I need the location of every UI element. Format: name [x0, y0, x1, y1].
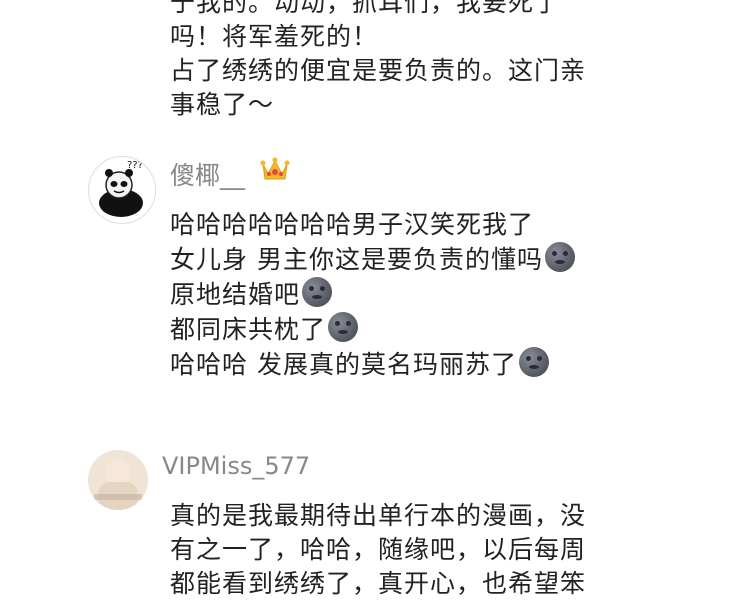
avatar[interactable]	[88, 450, 148, 510]
moon-face-icon	[328, 312, 359, 342]
moon-face-icon	[544, 242, 575, 272]
comment-2-text: 哈哈哈哈哈哈哈男子汉笑死我了 女儿身 男主你这是要负责的懂吗 原地结婚吧 都同床…	[170, 208, 575, 382]
comment-line: 哈哈哈哈哈哈哈男子汉笑死我了	[170, 210, 535, 239]
moon-face-icon	[302, 277, 333, 307]
user-photo-icon	[88, 450, 148, 510]
comment-1-text: 于我的。动动，抓耳们，我要死了 吗！将军羞死的！ 占了绣绣的便宜是要负责的。这门…	[170, 0, 586, 122]
username[interactable]: VIPMiss_577	[162, 452, 310, 480]
comment-line: 原地结婚吧	[170, 277, 575, 312]
comment-line: 有之一了，哈哈，随缘吧，以后每周	[170, 535, 587, 564]
avatar[interactable]: ???	[88, 156, 156, 224]
comment-line: 都能看到绣绣了，真开心，也希望笨	[170, 569, 587, 598]
crown-icon	[260, 157, 290, 180]
comment-line: 哈哈哈 发展真的莫名玛丽苏了	[170, 347, 575, 382]
comment-line: 都同床共枕了	[170, 312, 575, 347]
panda-avatar-icon: ???	[99, 160, 143, 217]
comment-line: 真的是我最期待出单行本的漫画，没	[170, 501, 587, 530]
moon-face-icon	[518, 347, 549, 377]
comment-line: 女儿身 男主你这是要负责的懂吗	[170, 242, 575, 277]
comment-line: 于我的。动动，抓耳们，我要死了	[170, 0, 561, 17]
comment-line: 吗！将军羞死的！	[170, 22, 379, 51]
username[interactable]: 傻椰__	[170, 156, 245, 192]
comment-line: 占了绣绣的便宜是要负责的。这门亲	[170, 56, 587, 85]
svg-text:???: ???	[127, 160, 143, 171]
comment-line: 事稳了～	[170, 90, 275, 119]
